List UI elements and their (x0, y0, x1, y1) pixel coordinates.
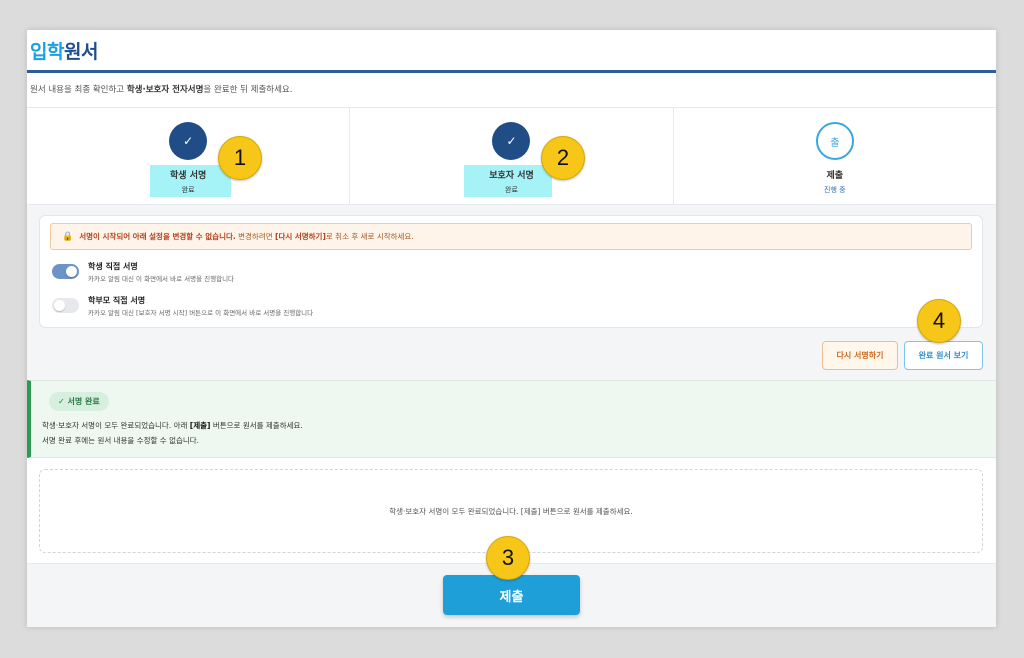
done-line-2: 서명 완료 후에는 원서 내용을 수정할 수 없습니다. (42, 436, 200, 445)
warning-end: 로 취소 후 새로 시작하세요. (325, 232, 414, 241)
warning-mid: 변경하려면 (235, 232, 276, 241)
title-divider (27, 70, 996, 73)
step-student-sign: ✓ 학생 서명 완료 (27, 108, 351, 204)
step-progress: ✓ 학생 서명 완료 ✓ 보호자 서명 완료 출 제출 진행 중 (27, 107, 996, 205)
view-completed-application-button[interactable]: 완료 원서 보기 (904, 341, 983, 370)
toggle-title: 학부모 직접 서명 (88, 296, 146, 305)
check-icon: ✓ (169, 122, 208, 160)
intro-bold: 학생·보호자 전자서명 (126, 85, 204, 95)
step-label: 보호자 서명 (489, 171, 534, 181)
toggle-knob (66, 266, 77, 277)
submit-button[interactable]: 제출 (443, 575, 580, 615)
toggle-desc: 카카오 알림 대신 이 화면에서 바로 서명을 진행합니다 (88, 275, 235, 283)
submit-step-icon: 출 (815, 122, 854, 160)
toggle-knob (54, 300, 65, 311)
page-title-accent: 입학 (30, 41, 64, 63)
page-title: 입학원서 (30, 37, 98, 64)
intro-post: 을 완료한 뒤 제출하세요. (203, 85, 293, 95)
step-status: 진행 중 (824, 186, 846, 194)
toggle-desc: 카카오 알림 대신 [보호자 서명 시작] 버튼으로 이 화면에서 바로 서명을… (88, 309, 314, 317)
step-label: 제출 (826, 171, 844, 181)
intro-text: 원서 내용을 최종 확인하고 학생·보호자 전자서명을 완료한 뒤 제출하세요. (30, 83, 292, 95)
warning-text: 서명이 시작되어 아래 설정을 변경할 수 없습니다. 변경하려면 [다시 서명… (79, 231, 414, 242)
resign-button[interactable]: 다시 서명하기 (822, 341, 898, 370)
sign-complete-panel: ✓ 서명 완료 학생·보호자 서명이 모두 완료되었습니다. 아래 [제출] 버… (27, 380, 996, 458)
toggle-title: 학생 직접 서명 (88, 262, 138, 271)
warning-bold: 서명이 시작되어 아래 설정을 변경할 수 없습니다. (79, 232, 236, 241)
step-label: 학생 서명 (170, 171, 207, 181)
step-guardian-sign: ✓ 보호자 서명 완료 (350, 108, 674, 204)
page-title-rest: 원서 (63, 41, 98, 63)
warning-banner: 🔒 서명이 시작되어 아래 설정을 변경할 수 없습니다. 변경하려면 [다시 … (50, 223, 972, 250)
sign-settings-panel: 🔒 서명이 시작되어 아래 설정을 변경할 수 없습니다. 변경하려면 [다시 … (39, 215, 983, 328)
annotation-badge-2: 2 (541, 136, 585, 180)
student-direct-sign-toggle[interactable] (52, 264, 79, 279)
check-icon: ✓ (492, 122, 531, 160)
done-line1-pre: 학생·보호자 서명이 모두 완료되었습니다. 아래 (42, 421, 190, 430)
step-submit: 출 제출 진행 중 (674, 108, 996, 204)
annotation-badge-4: 4 (917, 299, 961, 343)
done-line-1: 학생·보호자 서명이 모두 완료되었습니다. 아래 [제출] 버튼으로 원서를 … (42, 420, 303, 431)
step-status: 완료 (505, 186, 518, 194)
done-line1-bold: [제출] (189, 421, 211, 430)
sign-complete-badge: ✓ 서명 완료 (49, 392, 109, 411)
annotation-badge-1: 1 (218, 136, 262, 180)
intro-pre: 원서 내용을 최종 확인하고 (30, 85, 127, 95)
warning-bold2: [다시 서명하기] (275, 232, 326, 241)
annotation-badge-3: 3 (486, 536, 530, 580)
done-line1-post: 버튼으로 원서를 제출하세요. (210, 421, 303, 430)
parent-direct-sign-toggle[interactable] (52, 298, 79, 313)
step-status: 완료 (181, 186, 195, 194)
lock-icon: 🔒 (62, 231, 74, 242)
